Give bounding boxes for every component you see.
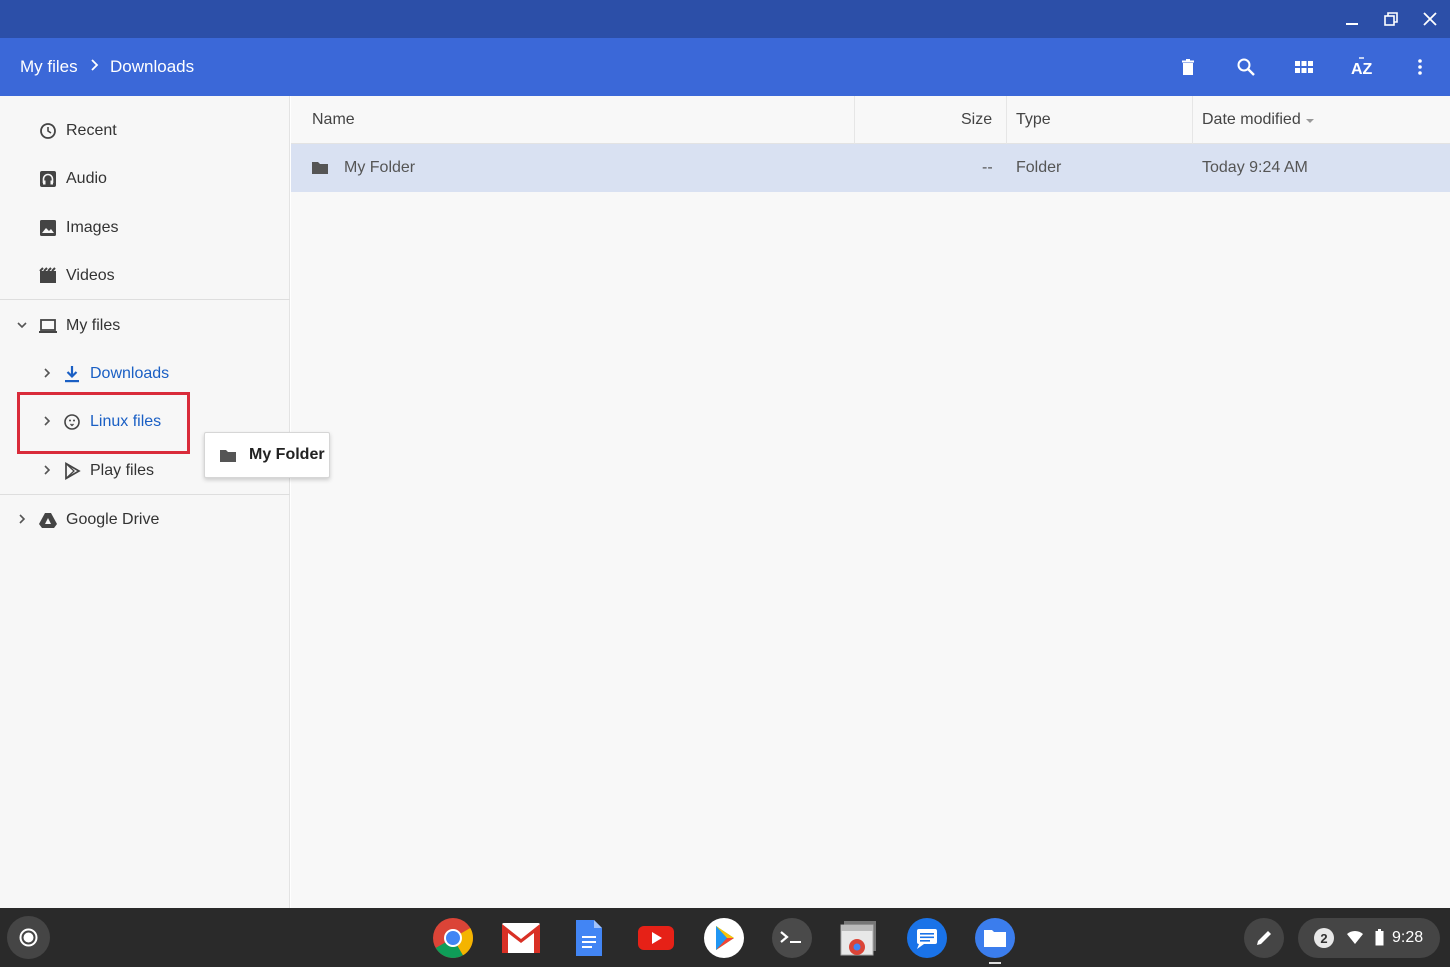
column-divider[interactable] [854, 96, 855, 144]
clock-icon [38, 121, 58, 141]
file-size: -- [982, 159, 993, 176]
column-header-type[interactable]: Type [1016, 111, 1051, 129]
youtube-icon[interactable] [635, 917, 677, 959]
table-row[interactable]: My Folder -- Folder Today 9:24 AM [291, 144, 1450, 192]
laptop-icon [38, 316, 58, 336]
play-store-icon [62, 461, 82, 481]
drag-preview-label: My Folder [249, 446, 325, 463]
film-icon [38, 266, 58, 286]
highlight-box [17, 392, 190, 454]
delete-icon[interactable] [1176, 55, 1200, 79]
folder-icon [220, 449, 236, 462]
column-header-date-modified[interactable]: Date modified [1202, 111, 1301, 129]
chevron-right-icon [91, 59, 99, 71]
status-tray[interactable]: 2 9:28 [1298, 918, 1440, 958]
drag-preview: My Folder [204, 432, 330, 478]
messages-icon[interactable] [906, 917, 948, 959]
play-store-icon[interactable] [703, 917, 745, 959]
sidebar-item-label: My files [66, 317, 121, 334]
headphones-icon [38, 169, 58, 189]
table-header: Name Size Type Date modified [291, 96, 1450, 144]
column-divider[interactable] [1192, 96, 1193, 144]
sidebar-item-label: Audio [66, 170, 107, 187]
sidebar-item-label: Google Drive [66, 511, 160, 528]
sidebar-item-label: Images [66, 219, 119, 236]
chevron-right-icon[interactable] [40, 366, 54, 380]
chevron-right-icon[interactable] [15, 512, 29, 526]
launcher-icon [19, 928, 38, 947]
sidebar-item-label: Play files [90, 462, 155, 479]
column-header-name[interactable]: Name [312, 111, 355, 129]
sidebar-item-play-files[interactable]: Play files [62, 456, 154, 486]
download-icon [62, 364, 82, 384]
notification-count: 2 [1320, 930, 1328, 946]
file-date-modified: Today 9:24 AM [1202, 159, 1308, 176]
sidebar-item-videos[interactable]: Videos [38, 261, 115, 291]
sort-arrow-icon [1306, 119, 1314, 123]
stylus-button[interactable] [1244, 918, 1284, 958]
sidebar-item-images[interactable]: Images [38, 213, 118, 243]
gmail-icon[interactable] [500, 917, 542, 959]
breadcrumb-downloads[interactable]: Downloads [110, 57, 194, 77]
svg-text:AZ: AZ [1351, 61, 1373, 78]
active-app-indicator [989, 962, 1001, 964]
file-type: Folder [1016, 159, 1062, 176]
battery-icon [1375, 929, 1384, 946]
sidebar-item-label: Recent [66, 122, 117, 139]
clock-time: 9:28 [1392, 929, 1424, 946]
sidebar-item-my-files[interactable]: My files [38, 311, 120, 341]
sidebar-divider [0, 299, 290, 300]
chevron-right-icon[interactable] [40, 463, 54, 477]
wifi-icon [1347, 930, 1363, 944]
chevron-down-icon[interactable] [15, 318, 29, 332]
launcher-button[interactable] [7, 916, 50, 959]
google-drive-icon [38, 510, 58, 530]
sidebar: Recent Audio Images Videos My files Down… [0, 96, 290, 908]
chrome-icon[interactable] [432, 917, 474, 959]
breadcrumb-my-files[interactable]: My files [20, 57, 78, 77]
files-icon[interactable] [974, 917, 1016, 959]
minimize-icon[interactable] [1340, 7, 1364, 31]
column-divider[interactable] [1006, 96, 1007, 144]
search-icon[interactable] [1234, 55, 1258, 79]
image-icon [38, 218, 58, 238]
close-icon[interactable] [1418, 7, 1442, 31]
column-header-size[interactable]: Size [961, 111, 992, 129]
sidebar-item-downloads[interactable]: Downloads [62, 359, 169, 389]
more-vert-icon[interactable] [1408, 55, 1432, 79]
file-list: Name Size Type Date modified My Folder -… [291, 96, 1450, 908]
grid-view-icon[interactable] [1292, 55, 1316, 79]
shelf: 2 9:28 [0, 908, 1450, 967]
sidebar-item-recent[interactable]: Recent [38, 116, 117, 146]
sidebar-item-audio[interactable]: Audio [38, 164, 107, 194]
docs-icon[interactable] [568, 917, 610, 959]
sidebar-divider [0, 494, 290, 495]
chrome-browser-icon[interactable] [837, 917, 879, 959]
notification-badge: 2 [1314, 928, 1334, 948]
toolbar: My files Downloads AZ [0, 38, 1450, 96]
pen-icon [1257, 931, 1271, 945]
file-name: My Folder [344, 159, 416, 176]
window-titlebar [0, 0, 1450, 38]
sort-az-icon[interactable]: AZ [1350, 55, 1374, 79]
restore-icon[interactable] [1379, 7, 1403, 31]
sidebar-item-google-drive[interactable]: Google Drive [38, 505, 159, 535]
folder-icon [312, 162, 328, 174]
sidebar-item-label: Videos [66, 267, 115, 284]
sidebar-item-label: Downloads [90, 365, 170, 382]
terminal-icon[interactable] [771, 917, 813, 959]
